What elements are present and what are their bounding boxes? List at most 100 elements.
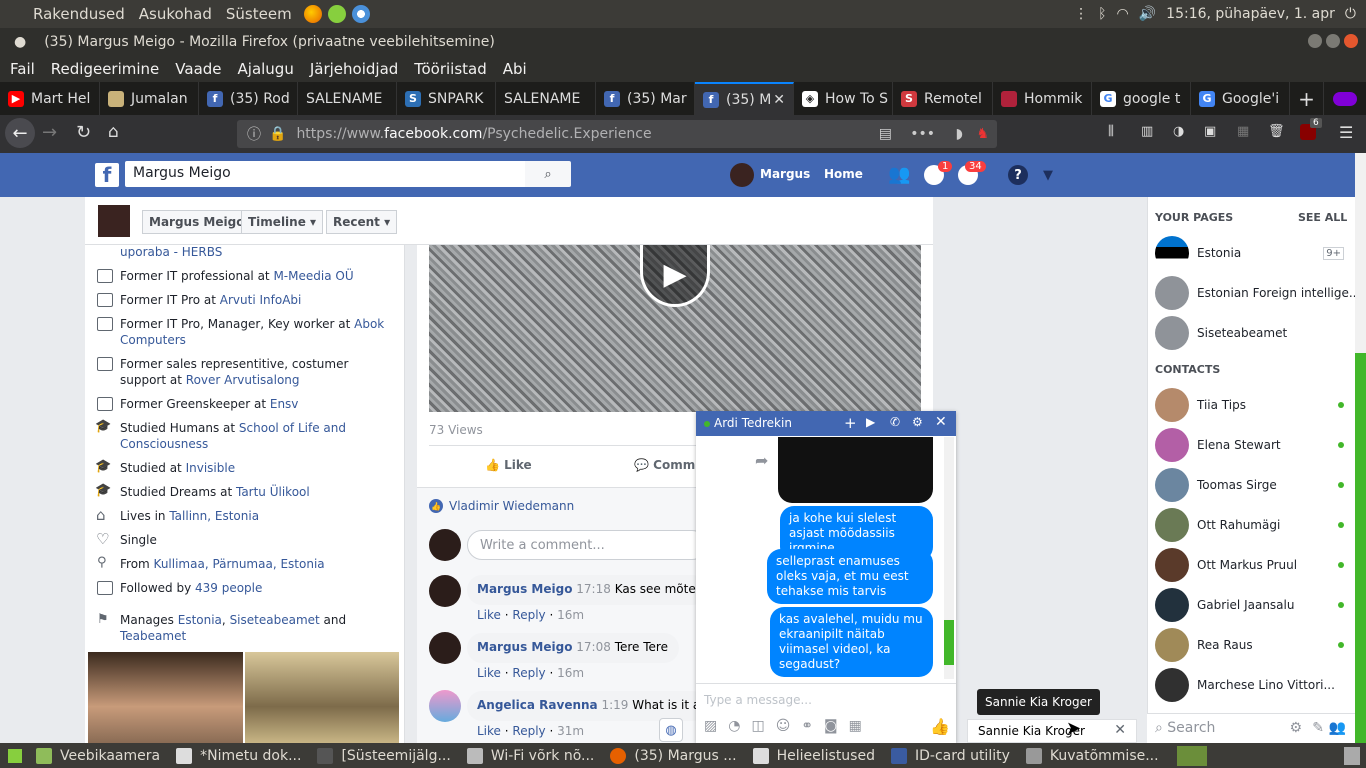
- facebook-search-input[interactable]: Margus Meigo: [125, 161, 525, 187]
- help-icon[interactable]: ?: [1008, 165, 1028, 185]
- facebook-logo-icon[interactable]: f: [95, 163, 119, 187]
- power-icon[interactable]: ⏻: [1345, 6, 1356, 22]
- contact-item[interactable]: Rea Raus: [1155, 625, 1350, 665]
- clock[interactable]: 15:16, pühapäev, 1. apr: [1166, 6, 1335, 22]
- menu-applications[interactable]: Rakendused: [33, 5, 125, 23]
- extension-icon[interactable]: ♞: [976, 126, 989, 142]
- comment-button[interactable]: 💬 Comm: [634, 458, 695, 472]
- see-all-link[interactable]: SEE ALL: [1298, 211, 1347, 224]
- contact-item[interactable]: Toomas Sirge: [1155, 465, 1350, 505]
- emoji-icon[interactable]: ☺: [776, 718, 791, 734]
- menu-view[interactable]: Vaade: [175, 60, 221, 78]
- sidebar-search[interactable]: ⌕ Search ⚙ ✎ 👥: [1147, 713, 1356, 743]
- tab-10[interactable]: S Remotel: [893, 82, 993, 115]
- firefox-launcher-icon[interactable]: [303, 5, 322, 23]
- voice-call-icon[interactable]: ✆: [890, 415, 900, 429]
- page-actions-icon[interactable]: •••: [910, 126, 935, 142]
- tab-11[interactable]: Hommik: [993, 82, 1092, 115]
- tab-6[interactable]: SALENAME: [496, 82, 596, 115]
- photo-icon[interactable]: ▨: [704, 718, 717, 734]
- taskbar-item[interactable]: Wi-Fi võrk nõ...: [459, 743, 603, 768]
- page-item[interactable]: Estonian Foreign intellige...: [1155, 273, 1360, 313]
- profile-avatar[interactable]: [730, 163, 754, 187]
- games-icon[interactable]: ▦: [849, 718, 862, 734]
- photo-thumbnail-1[interactable]: [88, 652, 243, 743]
- wifi-icon[interactable]: ◠: [1117, 6, 1129, 22]
- new-message-icon[interactable]: ✎: [1312, 720, 1324, 736]
- back-button[interactable]: ←: [5, 118, 35, 148]
- close-chat-icon[interactable]: ✕: [935, 414, 947, 430]
- close-tab-icon[interactable]: ✕: [773, 92, 785, 108]
- menu-file[interactable]: Fail: [10, 60, 35, 78]
- new-group-icon[interactable]: 👥: [1329, 720, 1346, 736]
- gif-icon[interactable]: ◫: [751, 718, 764, 734]
- taskbar-item[interactable]: Helieelistused: [745, 743, 883, 768]
- page-item[interactable]: Estonia 9+: [1155, 233, 1350, 273]
- chat-header[interactable]: Ardi Tedrekin + ▶ ✆ ⚙ ✕: [696, 411, 956, 436]
- taskbar-item[interactable]: (35) Margus ...: [602, 743, 744, 768]
- chat-scrollbar-thumb[interactable]: [944, 620, 954, 665]
- send-like-icon[interactable]: 👍: [930, 717, 950, 736]
- tab-3[interactable]: f (35) Rod: [199, 82, 298, 115]
- profile-name-link[interactable]: Margus: [760, 167, 810, 181]
- maximize-button[interactable]: [1326, 34, 1340, 48]
- contact-item[interactable]: Gabriel Jaansalu: [1155, 585, 1350, 625]
- tab-5[interactable]: S SNPARK: [397, 82, 496, 115]
- like-button[interactable]: 👍 Like: [485, 458, 532, 472]
- contact-item[interactable]: Elena Stewart: [1155, 425, 1350, 465]
- home-icon[interactable]: ⌂: [108, 122, 119, 142]
- trash-icon[interactable]: 🗑: [1268, 124, 1285, 139]
- menu-places[interactable]: Asukohad: [139, 5, 212, 23]
- settings-gear-icon[interactable]: ⚙: [1289, 720, 1302, 736]
- trash-bin-icon[interactable]: [1344, 746, 1360, 765]
- search-icon[interactable]: ⌕: [525, 161, 571, 187]
- menu-history[interactable]: Ajalugu: [238, 60, 294, 78]
- tab-9[interactable]: ◈ How To S: [794, 82, 893, 115]
- sidebar-search-input[interactable]: Search: [1167, 720, 1215, 736]
- menu-edit[interactable]: Redigeerimine: [51, 60, 160, 78]
- minimize-button[interactable]: [1308, 34, 1322, 48]
- grid-icon[interactable]: ▦: [1237, 124, 1249, 139]
- close-window-button[interactable]: [1344, 34, 1358, 48]
- tab-12[interactable]: Ggoogle t: [1092, 82, 1191, 115]
- tab-4[interactable]: SALENAME: [298, 82, 397, 115]
- page-scrollbar-thumb[interactable]: [1355, 353, 1366, 743]
- taskbar-item[interactable]: *Nimetu dok...: [168, 743, 309, 768]
- chat-scrollbar[interactable]: [944, 437, 954, 679]
- shared-image-message[interactable]: [778, 437, 933, 503]
- url-bar[interactable]: ⓘ 🔒 https://www.facebook.com/Psychedelic…: [237, 120, 997, 148]
- camera-icon[interactable]: ◙: [824, 718, 838, 734]
- close-chat-tab-icon[interactable]: ✕: [1114, 722, 1126, 738]
- hamburger-menu-icon[interactable]: ☰: [1339, 123, 1353, 142]
- tab-13[interactable]: G Google'i: [1191, 82, 1290, 115]
- volume-icon[interactable]: 🔊: [1139, 6, 1156, 22]
- photo-thumbnail-2[interactable]: [245, 652, 399, 743]
- contact-item[interactable]: Marchese Lino Vittori...: [1155, 665, 1350, 705]
- info-icon[interactable]: ⓘ: [247, 124, 261, 144]
- library-icon[interactable]: ⫼: [1108, 124, 1114, 139]
- lock-icon[interactable]: 🔒: [269, 126, 286, 142]
- tab-7[interactable]: f (35) Mar: [596, 82, 695, 115]
- page-item[interactable]: Siseteabeamet: [1155, 313, 1350, 353]
- sticker-icon[interactable]: ◔: [728, 718, 740, 734]
- video-call-icon[interactable]: ▶: [866, 415, 875, 429]
- forward-button[interactable]: →: [42, 122, 57, 143]
- menu-bookmarks[interactable]: Järjehoidjad: [310, 60, 398, 78]
- minimized-chat-tab[interactable]: Sannie Kia Kroger ✕: [967, 719, 1137, 743]
- taskbar-item[interactable]: ID-card utility: [883, 743, 1018, 768]
- timeline-name-button[interactable]: Margus Meigo: [142, 210, 252, 234]
- new-tab-button[interactable]: +: [1290, 82, 1324, 115]
- menu-help[interactable]: Abi: [503, 60, 527, 78]
- tab-1[interactable]: ▶ Mart Hel: [0, 82, 100, 115]
- contact-item[interactable]: Tiia Tips: [1155, 385, 1350, 425]
- addon-icon[interactable]: ◑: [1173, 124, 1184, 139]
- account-menu-icon[interactable]: ▼: [1043, 168, 1053, 183]
- page-scrollbar[interactable]: [1355, 153, 1366, 743]
- tab-8-active[interactable]: f (35) M ✕: [695, 82, 794, 115]
- reader-view-icon[interactable]: ▤: [879, 126, 892, 142]
- chat-contact-name[interactable]: Ardi Tedrekin: [714, 416, 792, 430]
- add-people-icon[interactable]: +: [844, 414, 857, 432]
- workspace-firefox-icon[interactable]: [1176, 745, 1207, 766]
- timeline-avatar[interactable]: [98, 205, 130, 237]
- screenshot-icon[interactable]: ▣: [1204, 124, 1216, 139]
